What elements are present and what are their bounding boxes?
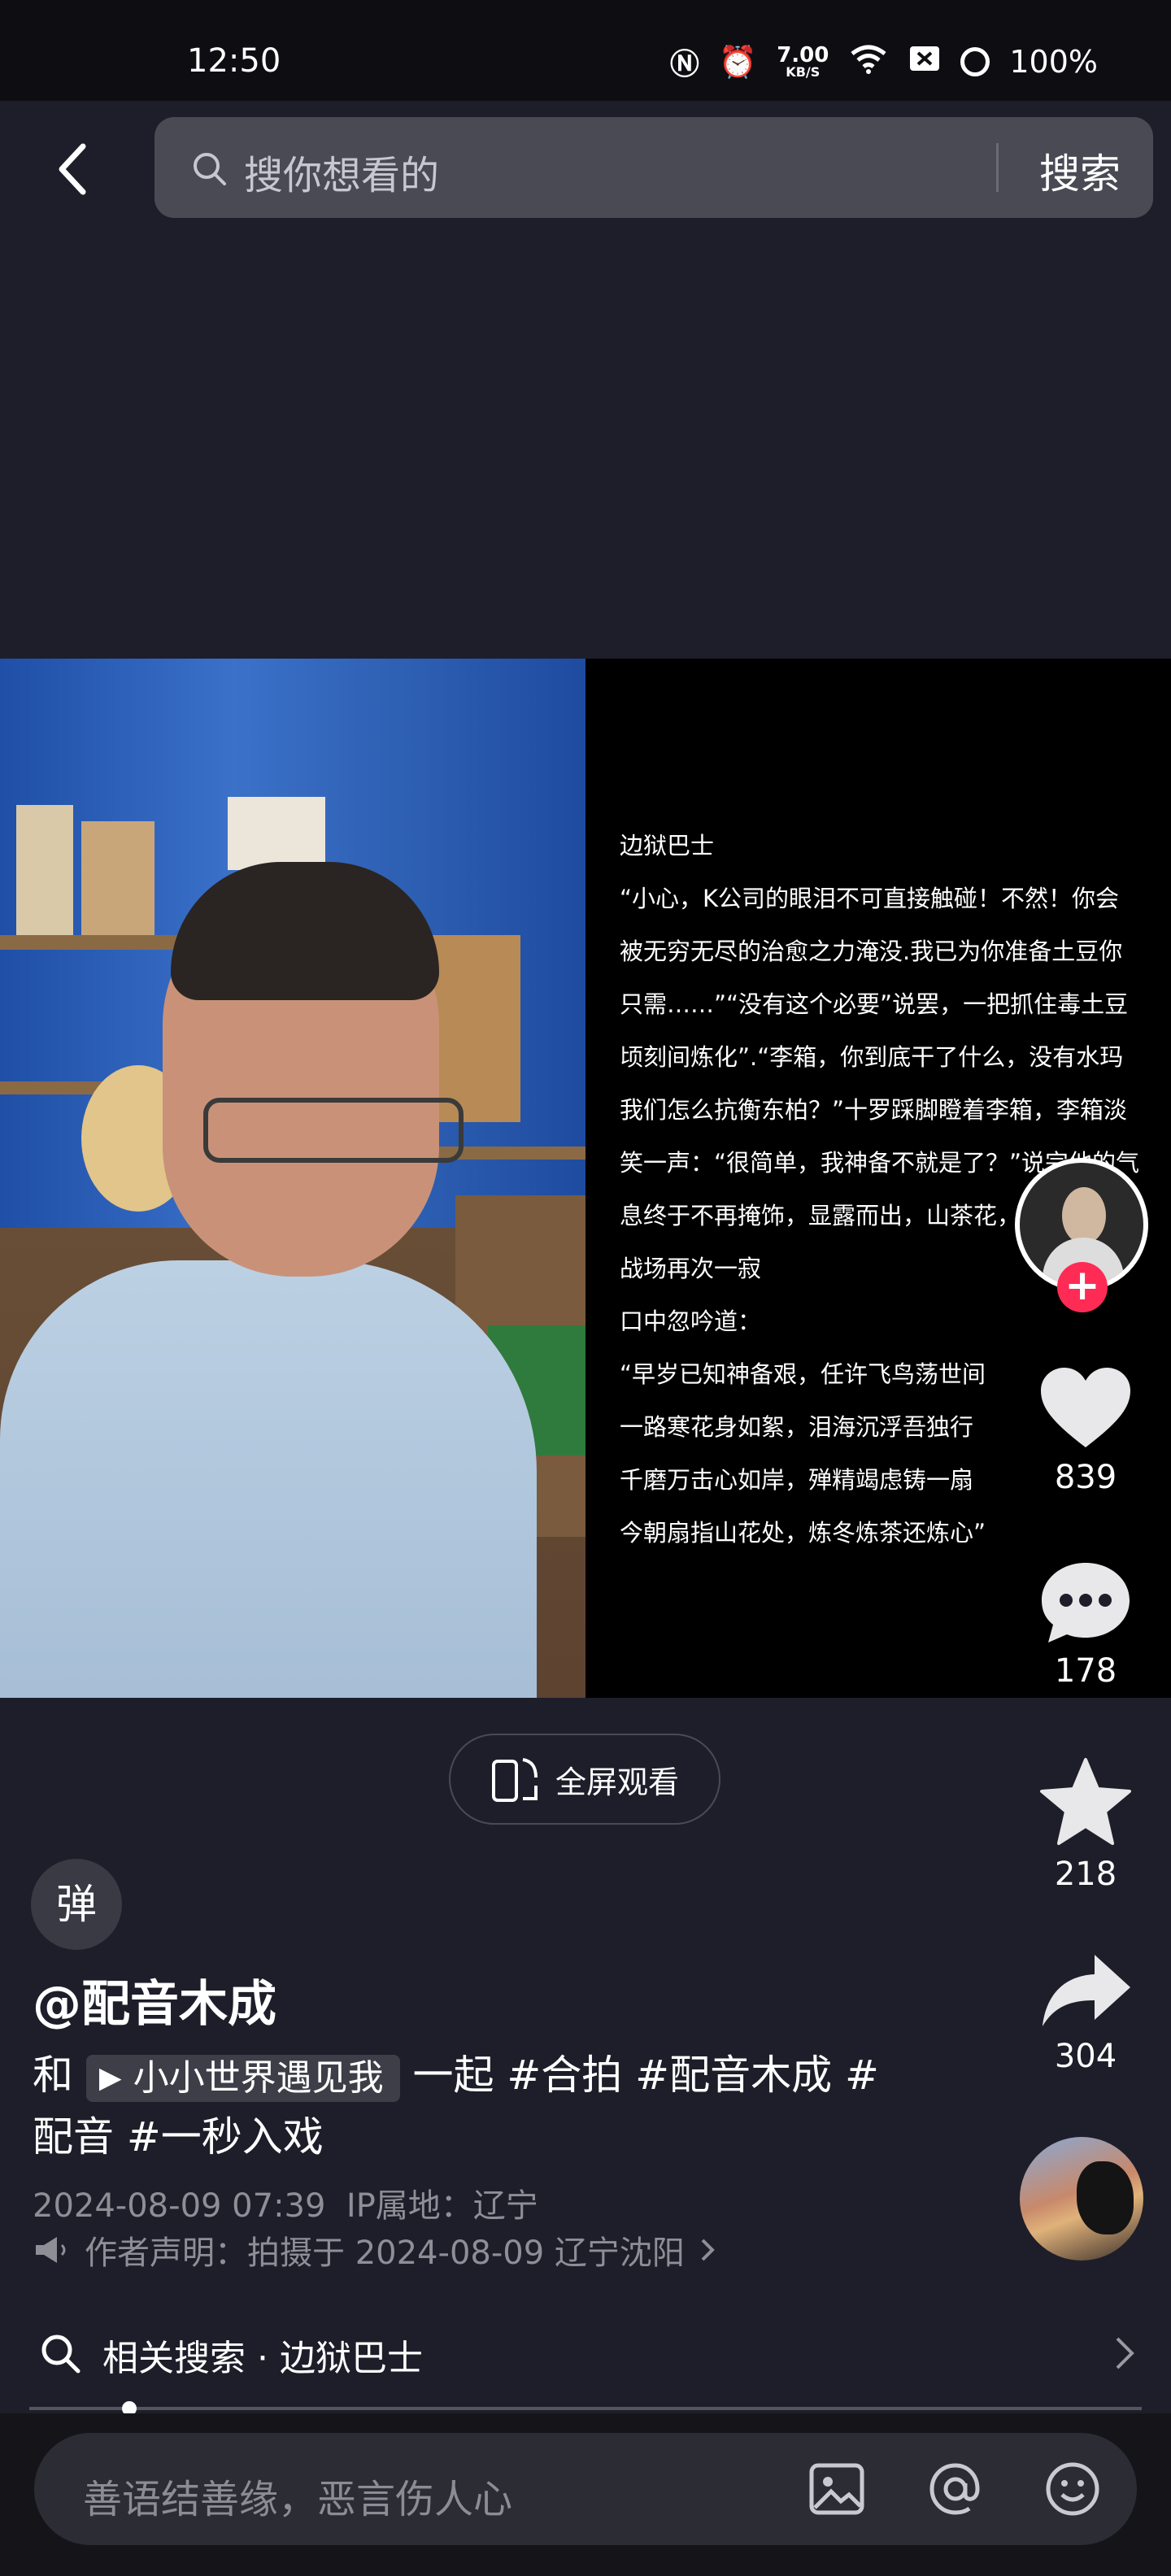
battery-icon	[960, 47, 990, 76]
author-name[interactable]: @配音木成	[33, 1965, 276, 2035]
caption-prefix: 和	[33, 2052, 73, 2099]
heart-icon	[1041, 1368, 1130, 1447]
comment-button[interactable]: 178	[1025, 1560, 1147, 1690]
follow-button[interactable]: +	[1057, 1262, 1108, 1312]
lyrics-line: 口中忽吟道：	[620, 1308, 762, 1335]
ip-location: IP属地：辽宁	[346, 2187, 538, 2225]
like-count: 839	[1054, 1459, 1117, 1496]
caption-hashtags[interactable]: 一起 #合拍 #配音木成 #	[413, 2052, 879, 2099]
chevron-right-icon	[701, 2239, 715, 2261]
caption-hashtags-2[interactable]: 配音 #一秒入戏	[33, 2113, 324, 2160]
comment-input[interactable]: 善语结善缘，恶言伤人心	[34, 2433, 1137, 2545]
lyrics-line: 只需……”“没有这个必要”说罢，一把抓住毒土豆	[620, 990, 1129, 1018]
nfc-icon: Ⓝ	[669, 48, 699, 81]
lyrics-line: 我们怎么抗衡东柏？”十罗踩脚瞪着李箱，李箱淡	[620, 1096, 1128, 1124]
post-meta: 2024-08-09 07:39 IP属地：辽宁	[33, 2179, 538, 2226]
person-glasses	[203, 1098, 464, 1163]
search-icon	[41, 2334, 81, 2374]
video-progress-bar[interactable]	[29, 2401, 1142, 2416]
search-icon	[194, 153, 226, 185]
battery-level: 100%	[1009, 44, 1098, 80]
post-date: 2024-08-09 07:39	[33, 2187, 326, 2225]
alarm-icon: ⏰	[718, 43, 758, 80]
search-bar[interactable]: 搜你想看的 搜索	[155, 117, 1153, 218]
image-icon[interactable]	[807, 2459, 867, 2519]
person-shirt	[0, 1260, 537, 1698]
favorite-button[interactable]: 218	[1025, 1756, 1147, 1893]
star-icon	[1040, 1758, 1131, 1845]
author-declaration[interactable]: 作者声明：拍摄于 2024-08-09 辽宁沈阳	[33, 2226, 716, 2274]
wifi-icon	[848, 42, 889, 82]
lyrics-line: 顷刻间炼化”.“李箱，你到底干了什么，没有水玛	[620, 1043, 1124, 1071]
fullscreen-button[interactable]: 全屏观看	[449, 1734, 720, 1825]
related-search-bar[interactable]: 相关搜索 · 边狱巴士	[0, 2300, 1171, 2408]
share-button[interactable]: 304	[1025, 1952, 1147, 2075]
lyrics-title: 边狱巴士	[620, 832, 715, 859]
lyrics-line: 今朝扇指山花处，炼冬炼茶还炼心”	[620, 1519, 986, 1547]
fullscreen-label: 全屏观看	[555, 1764, 679, 1800]
music-disc[interactable]	[1020, 2137, 1143, 2261]
emoji-icon[interactable]	[1043, 2459, 1103, 2519]
related-search-label: 相关搜索 · 边狱巴士	[102, 2338, 423, 2379]
search-divider	[996, 143, 999, 192]
comment-bubble-icon	[1042, 1563, 1130, 1643]
danmu-toggle[interactable]: 弹	[31, 1859, 122, 1950]
play-icon: ▶	[98, 2060, 122, 2095]
lyrics-line: “小心，K公司的眼泪不可直接触碰！不然！你会	[620, 885, 1120, 912]
video-camera-view	[0, 659, 586, 1698]
status-time: 12:50	[187, 42, 281, 80]
rotate-screen-icon	[491, 1758, 538, 1802]
lyrics-line: 被无穷无尽的治愈之力淹没.我已为你准备土豆你	[620, 938, 1123, 965]
collab-chip[interactable]: ▶ 小小世界遇见我	[85, 2054, 400, 2102]
share-arrow-icon	[1043, 1955, 1130, 2026]
declaration-text: 作者声明：拍摄于 2024-08-09 辽宁沈阳	[85, 2234, 685, 2272]
search-input[interactable]: 搜你想看的	[244, 143, 439, 200]
net-speed: 7.00 KB/S	[777, 43, 829, 80]
caption: 和 ▶ 小小世界遇见我 一起 #合拍 #配音木成 # 配音 #一秒入戏	[33, 2044, 927, 2168]
like-button[interactable]: 839	[1025, 1366, 1147, 1496]
favorite-count: 218	[1054, 1856, 1117, 1893]
share-count: 304	[1054, 2038, 1117, 2075]
chevron-right-icon	[1116, 2337, 1134, 2369]
back-button[interactable]	[49, 137, 98, 202]
status-bar: 12:50 Ⓝ ⏰ 7.00 KB/S 100%	[0, 0, 1171, 101]
search-button[interactable]: 搜索	[1039, 141, 1121, 200]
status-icons: Ⓝ ⏰ 7.00 KB/S 100%	[670, 41, 1098, 83]
comment-count: 178	[1054, 1652, 1117, 1690]
chevron-left-icon	[59, 143, 86, 195]
sim-off-icon	[908, 44, 941, 80]
comment-placeholder: 善语结善缘，恶言伤人心	[83, 2477, 513, 2522]
megaphone-icon	[36, 2237, 66, 2263]
mention-icon[interactable]	[925, 2459, 986, 2519]
